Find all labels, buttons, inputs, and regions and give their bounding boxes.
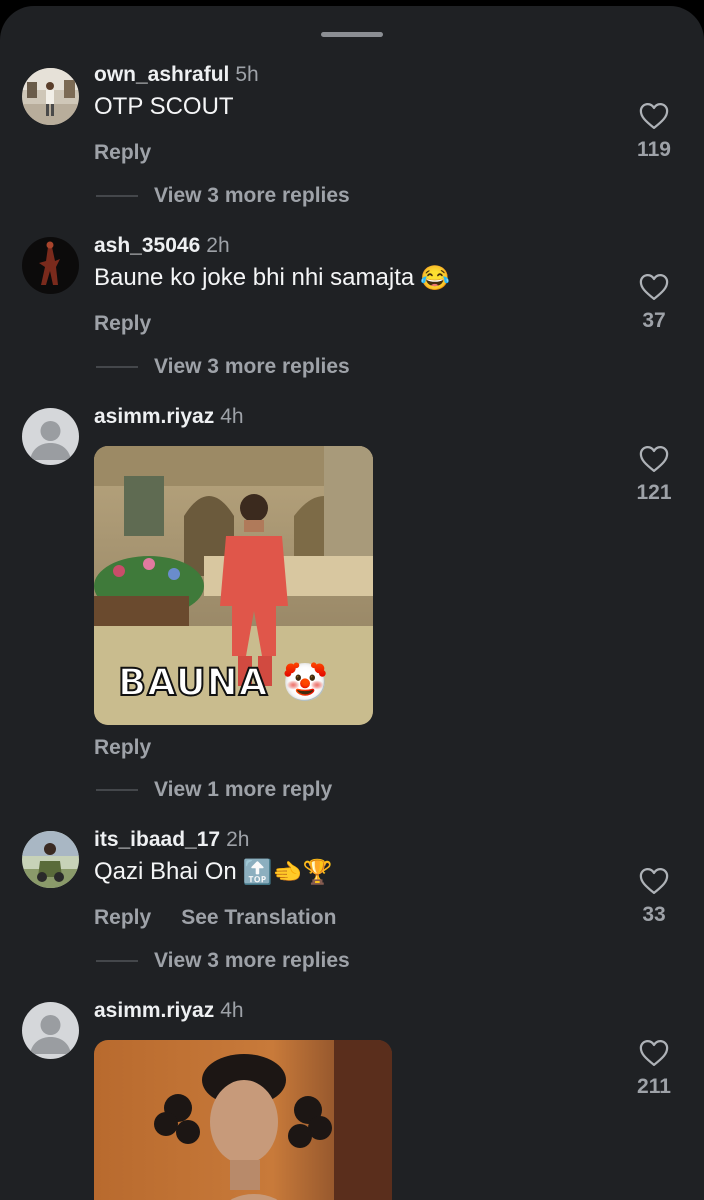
default-avatar[interactable]: [22, 408, 79, 465]
like-count: 121: [636, 481, 672, 504]
heart-icon: [639, 446, 669, 472]
comment-actions: Reply: [94, 311, 151, 337]
avatar[interactable]: [22, 831, 79, 888]
gif-attachment[interactable]: BAUNA 🤡: [94, 446, 373, 725]
timestamp: 4h: [220, 999, 244, 1022]
default-avatar[interactable]: [22, 1002, 79, 1059]
comment-header: ash_35046 2h: [94, 233, 230, 259]
gif-caption: BAUNA 🤡: [117, 661, 330, 705]
heart-icon: [639, 868, 669, 894]
timestamp: 2h: [206, 234, 230, 257]
view-replies-label: View 3 more replies: [154, 949, 350, 972]
like-button[interactable]: 37: [624, 273, 684, 333]
comment-actions: Reply See Translation: [94, 905, 336, 931]
username[interactable]: own_ashraful: [94, 63, 229, 86]
like-count: 33: [642, 903, 666, 926]
view-replies-label: View 1 more reply: [154, 778, 333, 801]
like-count: 211: [637, 1075, 671, 1098]
see-translation-button[interactable]: See Translation: [181, 906, 336, 929]
divider: [96, 195, 138, 198]
divider: [96, 366, 138, 369]
username[interactable]: asimm.riyaz: [94, 999, 214, 1022]
comment-actions: Reply: [94, 735, 151, 761]
like-button[interactable]: 211: [624, 1039, 684, 1099]
view-replies-label: View 3 more replies: [154, 184, 350, 207]
comment-text-content: Baune ko joke bhi nhi samajta: [94, 264, 415, 291]
comments-sheet: own_ashraful 5h OTP SCOUT Reply View 3 mo…: [0, 6, 704, 1200]
username[interactable]: ash_35046: [94, 234, 200, 257]
heart-icon: [639, 1040, 669, 1066]
comment-header: asimm.riyaz 4h: [94, 404, 244, 430]
emoji-group: 🔝🫲🏆: [242, 858, 333, 886]
reply-button[interactable]: Reply: [94, 906, 151, 929]
comment-text: OTP SCOUT: [94, 93, 234, 120]
timestamp: 4h: [220, 405, 244, 428]
laughing-emoji: 😂: [420, 264, 451, 292]
like-button[interactable]: 119: [624, 102, 684, 162]
like-count: 119: [637, 138, 671, 161]
clown-emoji: 🤡: [282, 661, 330, 704]
comment-header: own_ashraful 5h: [94, 62, 259, 88]
drag-handle[interactable]: [321, 32, 383, 37]
person-icon: [22, 408, 79, 465]
gif-caption-text: BAUNA: [117, 661, 269, 705]
avatar[interactable]: [22, 237, 79, 294]
like-button[interactable]: 121: [624, 445, 684, 505]
timestamp: 2h: [226, 828, 250, 851]
username[interactable]: its_ibaad_17: [94, 828, 220, 851]
timestamp: 5h: [235, 63, 259, 86]
divider: [96, 960, 138, 963]
heart-icon: [639, 274, 669, 300]
reply-button[interactable]: Reply: [94, 141, 151, 164]
view-replies-button[interactable]: View 3 more replies: [96, 354, 350, 380]
comment-actions: Reply: [94, 140, 151, 166]
view-replies-label: View 3 more replies: [154, 355, 350, 378]
avatar[interactable]: [22, 68, 79, 125]
reply-button[interactable]: Reply: [94, 736, 151, 759]
reply-button[interactable]: Reply: [94, 312, 151, 335]
gif-attachment[interactable]: [94, 1040, 392, 1200]
view-replies-button[interactable]: View 3 more replies: [96, 183, 350, 209]
comment-text: Baune ko joke bhi nhi samajta 😂: [94, 263, 450, 294]
comment-header: asimm.riyaz 4h: [94, 998, 244, 1024]
comment-header: its_ibaad_17 2h: [94, 827, 249, 853]
person-icon: [22, 1002, 79, 1059]
divider: [96, 789, 138, 792]
view-replies-button[interactable]: View 3 more replies: [96, 948, 350, 974]
username[interactable]: asimm.riyaz: [94, 405, 214, 428]
like-count: 37: [642, 309, 666, 332]
like-button[interactable]: 33: [624, 867, 684, 927]
heart-icon: [639, 103, 669, 129]
view-replies-button[interactable]: View 1 more reply: [96, 777, 332, 803]
comment-text: Qazi Bhai On 🔝🫲🏆: [94, 857, 332, 888]
comment-text-content: Qazi Bhai On: [94, 858, 237, 885]
